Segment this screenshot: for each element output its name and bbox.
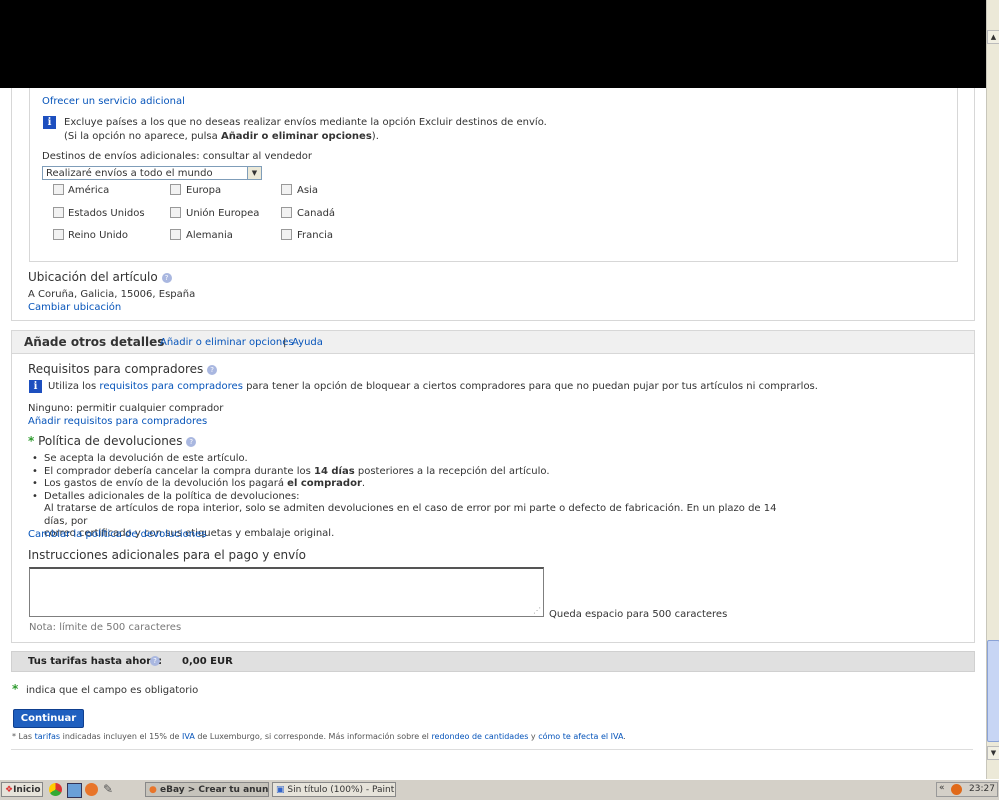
help-icon[interactable]: ? — [207, 364, 218, 375]
location-value: A Coruña, Galicia, 15006, España — [28, 289, 196, 300]
destinations-select[interactable]: Realizaré envíos a todo el mundo ▼ — [42, 166, 262, 180]
checkbox-label: América — [68, 185, 110, 196]
checkbox-alemania[interactable] — [170, 229, 181, 240]
info-icon: i — [29, 380, 42, 393]
required-note: indica que el campo es obligatorio — [26, 685, 199, 696]
checkbox-label: Francia — [297, 230, 334, 241]
firefox-icon[interactable] — [85, 783, 98, 796]
checkbox-francia[interactable] — [281, 229, 292, 240]
exclude-destinations-info: Excluye países a los que no deseas reali… — [64, 116, 547, 144]
add-remove-options-link[interactable]: Añadir o eliminar opciones — [160, 337, 294, 348]
explorer-icon[interactable] — [67, 783, 82, 798]
location-title: Ubicación del artículo ? — [28, 270, 172, 284]
fees-value: 0,00 EUR — [182, 656, 233, 667]
system-tray: « 23:27 — [936, 782, 998, 797]
checkbox-label: Estados Unidos — [68, 208, 145, 219]
character-limit-note: Nota: límite de 500 caracteres — [29, 622, 182, 633]
redacted-header-area — [0, 0, 990, 88]
divider — [11, 749, 973, 750]
help-icon[interactable]: ? — [161, 272, 172, 283]
list-item: El comprador debería cancelar la compra … — [28, 466, 788, 479]
continue-button[interactable]: Continuar — [13, 709, 84, 728]
scroll-up-icon[interactable]: ▲ — [987, 30, 999, 44]
change-location-link[interactable]: Cambiar ubicación — [28, 302, 121, 313]
scroll-down-icon[interactable]: ▼ — [987, 746, 999, 760]
remaining-characters: Queda espacio para 500 caracteres — [549, 609, 728, 620]
resize-grip-icon[interactable]: ⋰ — [533, 606, 541, 615]
required-marker: * — [12, 682, 19, 696]
info-icon: i — [43, 116, 56, 129]
chrome-icon[interactable] — [49, 783, 62, 796]
return-policy-title: * Política de devoluciones ? — [28, 434, 197, 448]
paint-icon: ▣ — [276, 785, 285, 795]
buyer-requirements-title: Requisitos para compradores ? — [28, 362, 218, 376]
chevron-left-icon[interactable]: « — [939, 783, 945, 793]
checkbox-america[interactable] — [53, 184, 64, 195]
taskbar-item-paint[interactable]: ▣ Sin título (100%) - Paint.... — [272, 782, 396, 797]
return-policy-list: Se acepta la devolución de este artículo… — [28, 453, 788, 541]
help-icon[interactable]: ? — [150, 656, 160, 666]
rounding-link[interactable]: redondeo de cantidades — [431, 732, 528, 741]
start-button[interactable]: ❖Inicio — [1, 782, 43, 797]
instructions-title: Instrucciones adicionales para el pago y… — [28, 548, 306, 562]
buyer-requirements-info: Utiliza los requisitos para compradores … — [48, 381, 818, 392]
list-item: Se acepta la devolución de este artículo… — [28, 453, 788, 466]
checkbox-label: Unión Europea — [186, 208, 260, 219]
taskbar-item-ebay[interactable]: ● eBay > Crear tu anun... — [145, 782, 269, 797]
separator: | — [283, 337, 287, 348]
destinations-label: Destinos de envíos adicionales: consulta… — [42, 151, 312, 162]
tools-icon[interactable]: ✎ — [103, 782, 113, 796]
taskbar: ❖Inicio ✎ ● eBay > Crear tu anun... ▣ Si… — [0, 779, 999, 800]
checkbox-asia[interactable] — [281, 184, 292, 195]
checkbox-label: Alemania — [186, 230, 233, 241]
firefox-icon: ● — [149, 785, 157, 795]
clock: 23:27 — [969, 784, 995, 794]
tray-app-icon[interactable] — [951, 784, 962, 795]
checkbox-union-europea[interactable] — [170, 207, 181, 218]
checkbox-europa[interactable] — [170, 184, 181, 195]
fees-link[interactable]: tarifas — [35, 732, 60, 741]
windows-logo-icon: ❖ — [5, 785, 14, 795]
buyer-requirements-value: Ninguno: permitir cualquier comprador — [28, 403, 224, 414]
checkbox-label: Europa — [186, 185, 222, 196]
checkbox-canada[interactable] — [281, 207, 292, 218]
checkbox-label: Asia — [297, 185, 318, 196]
list-item: Detalles adicionales de la política de d… — [28, 491, 788, 504]
exclude-info-line2: (Si la opción no aparece, pulsa Añadir o… — [64, 131, 379, 142]
vat-link[interactable]: IVA — [182, 732, 195, 741]
add-buyer-requirements-link[interactable]: Añadir requisitos para compradores — [28, 416, 207, 427]
checkbox-label: Canadá — [297, 208, 336, 219]
checkbox-label: Reino Unido — [68, 230, 128, 241]
fees-footnote: * Las tarifas indicadas incluyen el 15% … — [12, 732, 626, 741]
instructions-textarea[interactable]: ⋰ — [29, 567, 544, 617]
help-icon[interactable]: ? — [186, 436, 197, 447]
scroll-thumb[interactable] — [987, 640, 999, 742]
vat-effect-link[interactable]: cómo te afecta el IVA — [538, 732, 623, 741]
checkbox-estados-unidos[interactable] — [53, 207, 64, 218]
fees-label: Tus tarifas hasta ahora: — [28, 656, 162, 667]
chevron-down-icon[interactable]: ▼ — [247, 167, 261, 179]
exclude-info-line1: Excluye países a los que no deseas reali… — [64, 117, 547, 128]
buyer-requirements-link[interactable]: requisitos para compradores — [99, 381, 242, 392]
help-link[interactable]: Ayuda — [292, 337, 323, 348]
other-details-title: Añade otros detalles — [24, 335, 165, 349]
required-marker: * — [28, 434, 35, 448]
list-item: Los gastos de envío de la devolución los… — [28, 478, 788, 491]
offer-additional-service-link[interactable]: Ofrecer un servicio adicional — [42, 96, 185, 107]
checkbox-reino-unido[interactable] — [53, 229, 64, 240]
change-return-policy-link[interactable]: Cambiar la política de devoluciones — [28, 529, 206, 540]
